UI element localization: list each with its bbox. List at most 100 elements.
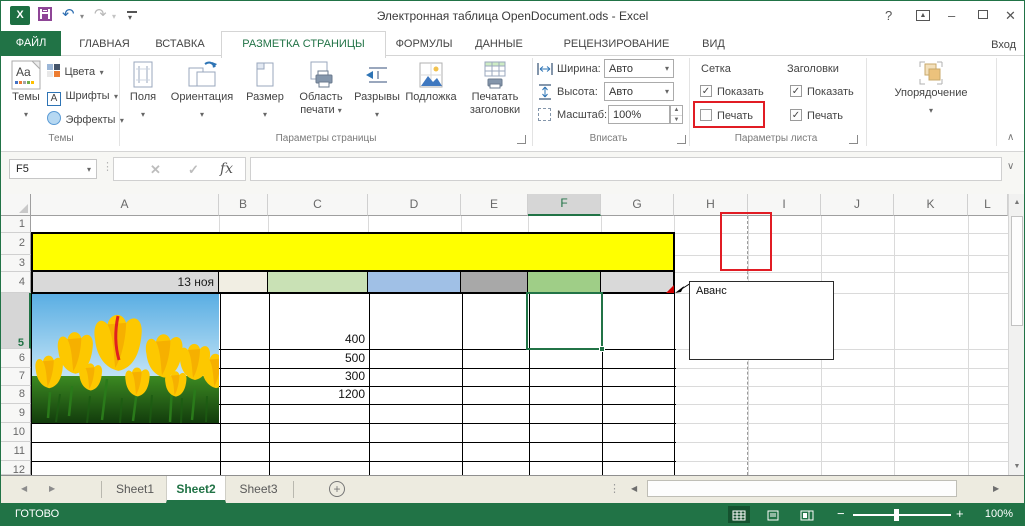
row-header-12[interactable]: 12 [1, 461, 31, 475]
column-header-K[interactable]: K [894, 194, 968, 216]
tab-review[interactable]: РЕЦЕНЗИРОВАНИЕ [554, 32, 679, 56]
scroll-up-icon[interactable]: ▲ [1009, 199, 1025, 206]
sheet-nav-left-icon[interactable]: ◀ [21, 484, 27, 493]
row-header-2[interactable]: 2 [1, 233, 31, 255]
scale-spinner[interactable]: ▲ ▼ [670, 105, 683, 124]
sheet-options-dialog-launcher[interactable] [849, 135, 858, 144]
zoom-out-icon[interactable]: − [837, 506, 845, 521]
sheet-tab-sheet1[interactable]: Sheet1 [104, 476, 166, 503]
vertical-scrollbar[interactable]: ▲ ▼ [1008, 194, 1025, 475]
close-button[interactable]: ✕ [1005, 8, 1016, 24]
headings-print-label[interactable]: Печать [807, 110, 843, 122]
row-header-10[interactable]: 10 [1, 423, 31, 442]
breaks-icon [364, 60, 390, 90]
expand-formula-bar-icon[interactable]: ∨ [1007, 161, 1014, 172]
highlighted-yellow-range[interactable] [31, 232, 675, 272]
view-page-break-button[interactable] [796, 506, 818, 523]
hscroll-left-icon[interactable]: ◀ [631, 484, 637, 493]
row4-border-frame [31, 272, 675, 294]
view-normal-button[interactable] [728, 506, 750, 523]
sheet-tab-sheet3[interactable]: Sheet3 [226, 476, 291, 503]
zoom-slider-handle[interactable] [894, 509, 899, 521]
name-box[interactable]: F5 ▾ [9, 159, 97, 179]
minimize-button[interactable]: – [948, 8, 955, 23]
collapse-ribbon-icon[interactable]: ∧ [1007, 132, 1014, 143]
name-box-caret-icon[interactable]: ▾ [87, 166, 91, 174]
confirm-entry-icon[interactable]: ✓ [188, 162, 199, 178]
width-select[interactable]: Авто ▾ [604, 59, 674, 78]
row-header-11[interactable]: 11 [1, 442, 31, 461]
horizontal-scrollbar-thumb[interactable] [647, 480, 957, 497]
tab-insert[interactable]: ВСТАВКА [146, 32, 214, 56]
row-header-3[interactable]: 3 [1, 255, 31, 272]
hscroll-right-icon[interactable]: ▶ [993, 484, 999, 493]
cell-C5[interactable]: 400 [268, 332, 365, 347]
theme-effects-button[interactable]: Эффекты ▾ [47, 110, 124, 128]
zoom-level[interactable]: 100% [971, 508, 1013, 520]
scale-input[interactable]: 100% [608, 105, 670, 124]
column-header-B[interactable]: B [219, 194, 268, 216]
formula-bar-grip-icon[interactable]: ⋮ [102, 160, 113, 173]
column-header-F[interactable]: F [528, 194, 601, 216]
row-header-4[interactable]: 4 [1, 272, 31, 293]
sheet-options-group-label: Параметры листа [701, 133, 851, 144]
row-header-1[interactable]: 1 [1, 216, 31, 233]
cell-C7[interactable]: 300 [268, 369, 365, 384]
row-header-7[interactable]: 7 [1, 368, 31, 386]
gridlines-show-label[interactable]: Показать [717, 86, 764, 98]
selected-cell-F5[interactable] [526, 292, 603, 350]
column-header-L[interactable]: L [968, 194, 1008, 216]
tab-page-layout[interactable]: РАЗМЕТКА СТРАНИЦЫ [221, 31, 386, 58]
tab-home[interactable]: ГЛАВНАЯ [68, 32, 141, 56]
row-header-6[interactable]: 6 [1, 349, 31, 368]
gridlines-show-checkbox[interactable]: ✓ [700, 85, 712, 97]
sheet-tab-sheet2[interactable]: Sheet2 [166, 476, 226, 503]
new-sheet-button[interactable]: + [329, 481, 345, 497]
fit-dialog-launcher[interactable] [677, 135, 686, 144]
column-header-C[interactable]: C [268, 194, 368, 216]
insert-function-icon[interactable]: fx [220, 161, 233, 177]
column-header-D[interactable]: D [368, 194, 461, 216]
formula-input[interactable] [250, 157, 1002, 181]
headings-print-checkbox[interactable]: ✓ [790, 109, 802, 121]
fill-handle[interactable] [599, 346, 605, 352]
width-caret-icon: ▾ [665, 65, 669, 73]
ribbon-display-options-icon[interactable]: ▲ [916, 10, 930, 21]
comment-box[interactable]: Аванс [689, 281, 834, 360]
column-header-J[interactable]: J [821, 194, 894, 216]
sheet-nav-right-icon[interactable]: ▶ [49, 484, 55, 493]
vertical-scrollbar-thumb[interactable] [1011, 216, 1023, 326]
headings-show-checkbox[interactable]: ✓ [790, 85, 802, 97]
cancel-entry-icon[interactable]: ✕ [150, 162, 161, 178]
help-icon[interactable]: ? [885, 8, 892, 23]
column-header-A[interactable]: A [31, 194, 219, 216]
zoom-slider-track[interactable] [853, 514, 951, 516]
zoom-in-icon[interactable]: + [956, 506, 964, 521]
scroll-down-icon[interactable]: ▼ [1009, 463, 1025, 470]
orientation-icon [186, 60, 218, 90]
margins-button[interactable]: Поля ▾ [123, 58, 163, 150]
page-setup-dialog-launcher[interactable] [517, 135, 526, 144]
height-select[interactable]: Авто ▾ [604, 82, 674, 101]
arrange-button[interactable]: Упорядочение ▾ [881, 58, 981, 150]
theme-fonts-button[interactable]: A Шрифты ▾ [47, 86, 118, 104]
tab-view[interactable]: ВИД [691, 32, 736, 56]
select-all-corner[interactable] [1, 194, 31, 216]
cell-C6[interactable]: 500 [268, 351, 365, 366]
tulips-image[interactable] [32, 294, 219, 423]
sheetbar-grip-icon[interactable]: ⋮ [609, 482, 620, 495]
row-header-9[interactable]: 9 [1, 404, 31, 423]
maximize-button[interactable] [978, 10, 988, 19]
theme-colors-button[interactable]: Цвета ▾ [47, 62, 104, 80]
tab-file[interactable]: ФАЙЛ [1, 31, 61, 56]
column-header-E[interactable]: E [461, 194, 528, 216]
headings-show-label[interactable]: Показать [807, 86, 854, 98]
row-header-5[interactable]: 5 [1, 293, 31, 349]
column-header-G[interactable]: G [601, 194, 674, 216]
row-header-8[interactable]: 8 [1, 386, 31, 404]
tab-formulas[interactable]: ФОРМУЛЫ [389, 32, 459, 56]
cell-C8[interactable]: 1200 [268, 387, 365, 402]
view-page-layout-button[interactable] [762, 506, 784, 523]
tab-data[interactable]: ДАННЫЕ [464, 32, 534, 56]
sign-in-link[interactable]: Вход [991, 39, 1016, 51]
